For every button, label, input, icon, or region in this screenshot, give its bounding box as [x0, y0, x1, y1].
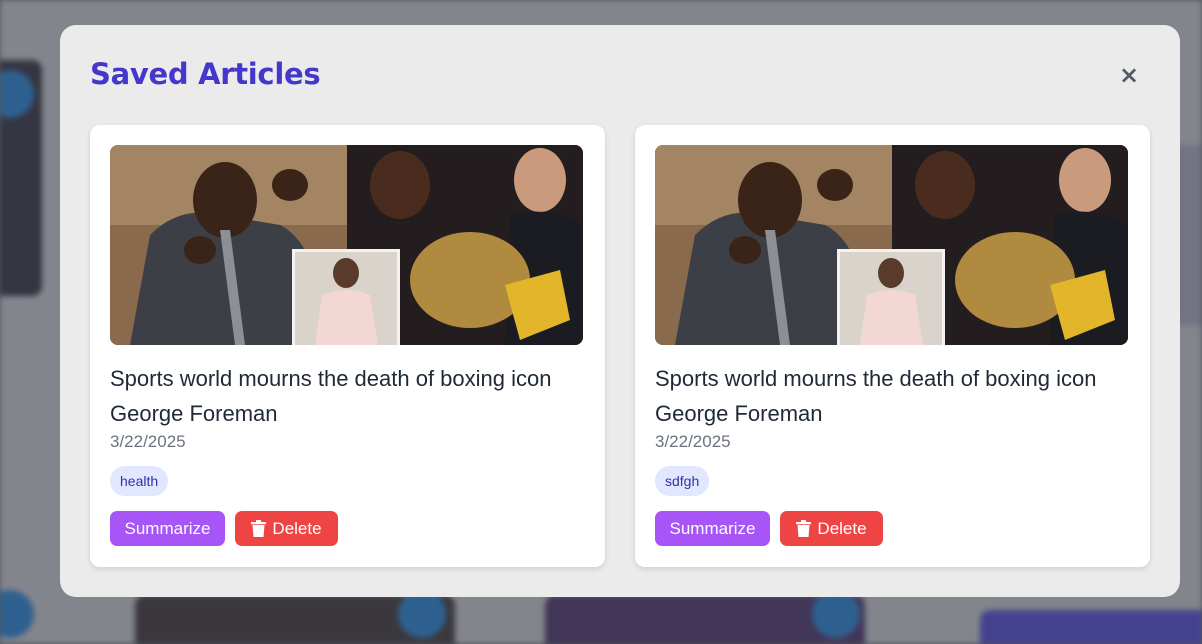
article-image	[655, 145, 1128, 345]
delete-label: Delete	[272, 518, 322, 538]
delete-button[interactable]: Delete	[235, 511, 338, 546]
delete-label: Delete	[817, 518, 867, 538]
article-title[interactable]: Sports world mourns the death of boxing …	[655, 361, 1135, 431]
modal-title: Saved Articles	[90, 57, 321, 91]
article-card: Sports world mourns the death of boxing …	[635, 125, 1150, 567]
close-icon: ×	[1118, 61, 1140, 89]
trash-icon	[796, 520, 812, 537]
summarize-button[interactable]: Summarize	[110, 511, 225, 546]
delete-button[interactable]: Delete	[780, 511, 883, 546]
close-button[interactable]: ×	[1116, 61, 1142, 89]
saved-articles-modal: Saved Articles × Sports world mourns the…	[60, 25, 1180, 597]
article-date: 3/22/2025	[655, 432, 731, 451]
article-card: Sports world mourns the death of boxing …	[90, 125, 605, 567]
article-image	[110, 145, 583, 345]
summarize-button[interactable]: Summarize	[655, 511, 770, 546]
article-title[interactable]: Sports world mourns the death of boxing …	[110, 361, 590, 431]
article-tag: health	[110, 466, 169, 496]
trash-icon	[251, 520, 267, 537]
article-tag: sdfgh	[655, 466, 710, 496]
article-date: 3/22/2025	[110, 432, 186, 451]
